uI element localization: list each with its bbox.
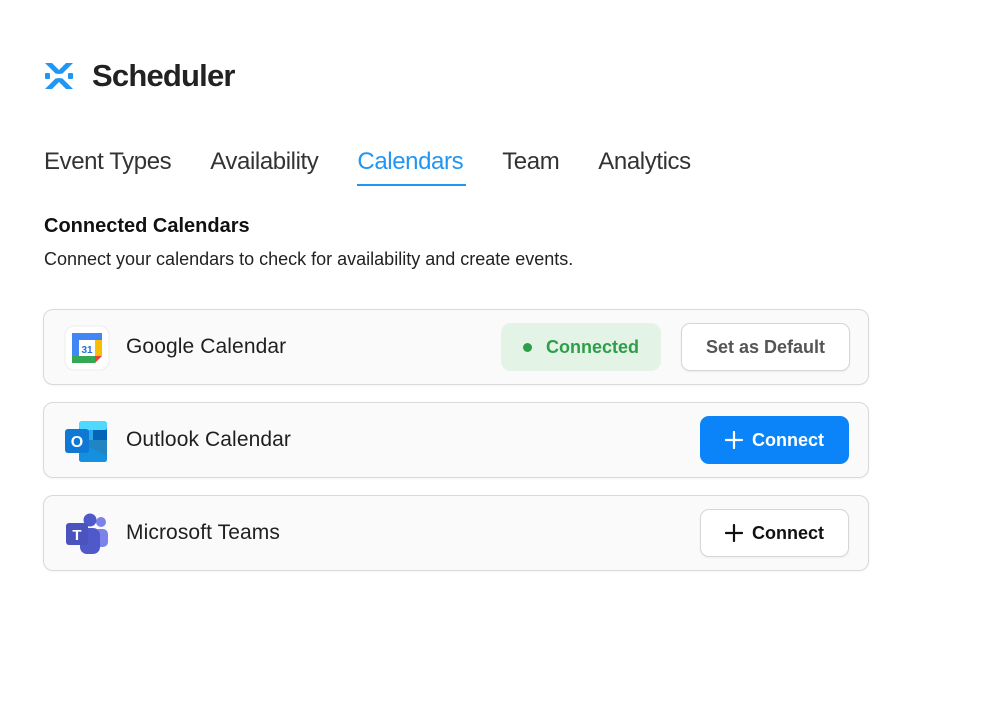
outlook-letter: O [71, 434, 83, 451]
teams-letter: T [72, 527, 81, 544]
nav-tabs: Event Types Availability Calendars Team … [44, 148, 730, 186]
calendar-name-teams: Microsoft Teams [126, 521, 280, 544]
calendar-card-teams: T Microsoft Teams Connect [43, 495, 869, 571]
connect-label: Connect [752, 522, 824, 543]
section-description: Connect your calendars to check for avai… [44, 249, 574, 269]
tab-analytics[interactable]: Analytics [598, 148, 691, 186]
calendar-card-outlook: O Outlook Calendar Connect [43, 402, 869, 478]
status-badge: Connected [501, 323, 661, 371]
tab-event-types[interactable]: Event Types [44, 148, 172, 186]
connect-outlook-button[interactable]: Connect [700, 416, 849, 464]
google-calendar-icon: 31 [64, 325, 110, 371]
scheduler-logo-icon [45, 63, 73, 89]
set-as-default-button[interactable]: Set as Default [681, 323, 850, 371]
brand: Scheduler [43, 58, 235, 94]
calendar-name-outlook: Outlook Calendar [126, 428, 292, 451]
connect-label: Connect [752, 429, 824, 450]
tab-calendars[interactable]: Calendars [357, 148, 466, 186]
calendar-card-google: 31 Google Calendar Connected Set as Defa… [43, 309, 869, 385]
tab-team[interactable]: Team [502, 148, 559, 186]
status-label: Connected [545, 336, 639, 357]
section-title: Connected Calendars [44, 215, 250, 237]
calendar-name-google: Google Calendar [126, 335, 287, 358]
status-dot-icon [522, 342, 532, 352]
app-name: Scheduler [92, 58, 235, 93]
tab-availability[interactable]: Availability [210, 148, 319, 186]
plus-icon [725, 431, 743, 449]
google-calendar-date: 31 [81, 345, 93, 356]
microsoft-teams-icon: T [66, 513, 108, 554]
connect-teams-button[interactable]: Connect [700, 509, 849, 557]
outlook-icon: O [65, 421, 107, 462]
calendars-page: Scheduler Event Types Availability Calen… [0, 0, 1004, 704]
plus-icon [725, 524, 743, 542]
